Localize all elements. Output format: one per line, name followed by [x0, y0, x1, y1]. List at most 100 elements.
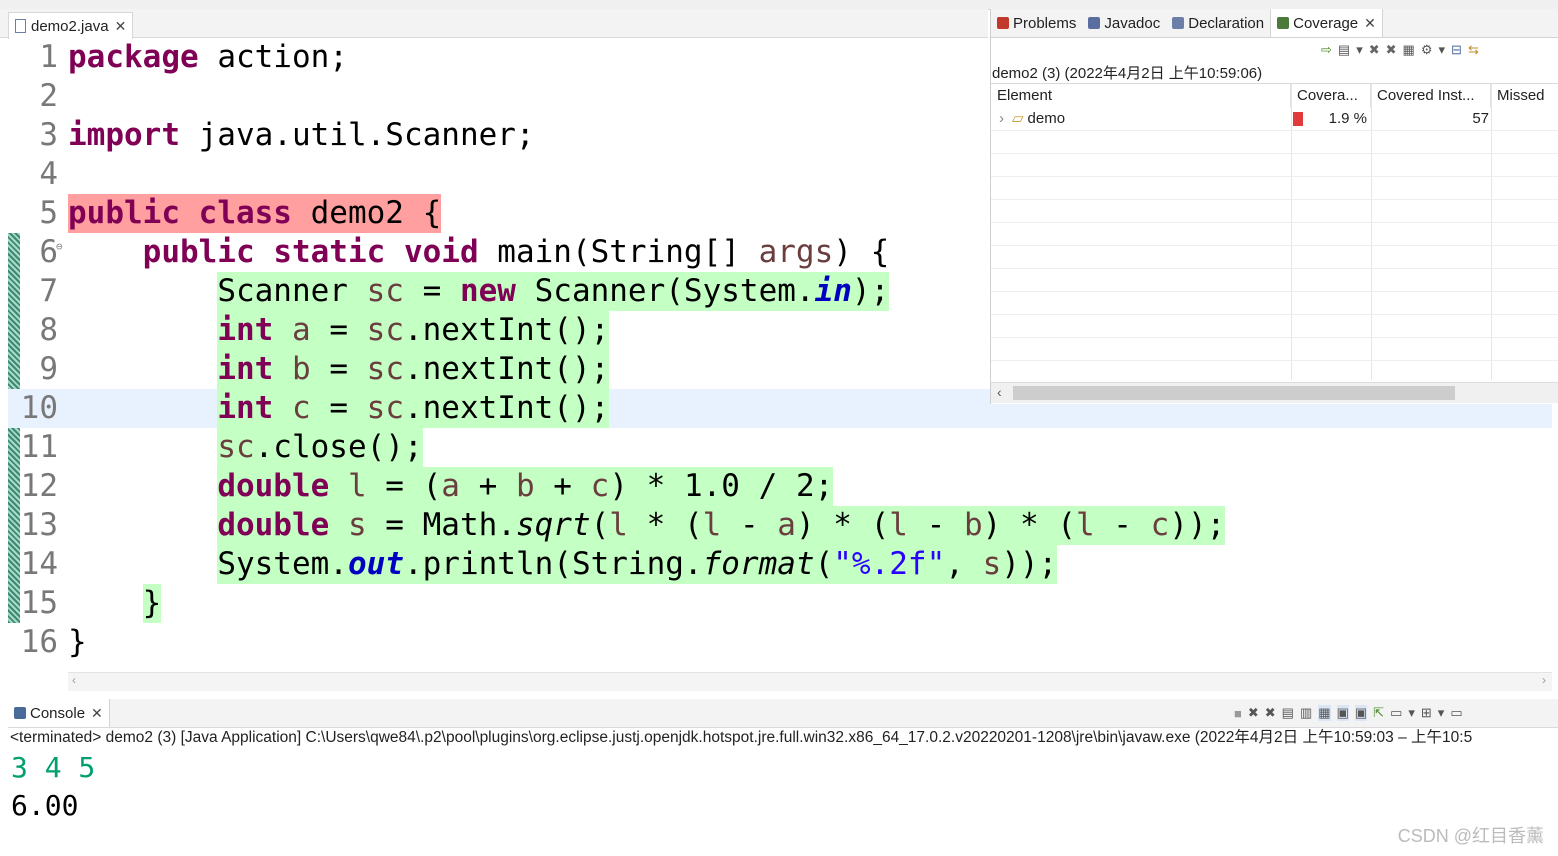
- remove-session-icon[interactable]: ✖: [1369, 42, 1380, 58]
- scroll-left-icon[interactable]: ‹: [72, 673, 76, 687]
- select-session-icon[interactable]: ⚙: [1421, 42, 1433, 58]
- tab-label: Javadoc: [1104, 14, 1161, 32]
- coverage-toolbar: ⇨ ▤ ▾ ✖ ✖ ▦ ⚙ ▾ ⊟ ⇆: [1321, 39, 1558, 61]
- line-number: 10: [20, 390, 58, 426]
- line-code: public static void main(String[] args) {: [142, 234, 890, 270]
- scrollbar-thumb[interactable]: [1013, 386, 1455, 400]
- view-menu-icon[interactable]: ▾: [1439, 42, 1446, 58]
- merge-icon[interactable]: ▦: [1403, 42, 1415, 58]
- line-number: 1: [39, 39, 58, 75]
- tab-declaration[interactable]: Declaration: [1166, 9, 1270, 37]
- view-menu-icon[interactable]: ▾: [1438, 705, 1445, 721]
- covered-instructions: 57: [1472, 110, 1489, 127]
- tab-label: demo2.java: [31, 17, 109, 35]
- link-icon[interactable]: ⇆: [1468, 42, 1479, 58]
- line-code: int c = sc.nextInt();: [217, 389, 610, 428]
- coverage-icon: [1277, 17, 1290, 29]
- show-stdout-icon[interactable]: ▣: [1336, 705, 1349, 721]
- editor-horizontal-scrollbar[interactable]: ‹ ›: [68, 672, 1552, 691]
- console-toolbar: ■ ✖ ✖ ▤ ▥ ▦ ▣ ▣ ⇱ ▭ ▾ ⊞ ▾ ▭: [1234, 702, 1463, 724]
- at-icon: [1088, 17, 1101, 29]
- tab-console[interactable]: Console ✕: [8, 699, 110, 727]
- open-console-icon[interactable]: ⊞: [1421, 705, 1432, 721]
- dropdown-icon[interactable]: ▾: [1356, 42, 1363, 58]
- code-line[interactable]: 13 double s = Math.sqrt(l * (l - a) * (l…: [8, 506, 1552, 545]
- line-number: 11: [20, 429, 58, 465]
- tab-coverage[interactable]: Coverage ✕: [1270, 9, 1383, 37]
- column-header[interactable]: Missed: [1491, 84, 1558, 108]
- clear-console-icon[interactable]: ▤: [1282, 705, 1294, 721]
- console-output-line: 6.00: [11, 789, 79, 822]
- line-number: 13: [20, 507, 58, 543]
- scroll-left-icon[interactable]: ‹: [997, 384, 1002, 400]
- relaunch-icon[interactable]: ⇨: [1321, 42, 1332, 58]
- project-folder-icon: ▱: [1012, 110, 1024, 127]
- editor-tab-bar: demo2.java ✕: [0, 9, 988, 39]
- problems-icon: [997, 17, 1009, 29]
- line-code: }: [68, 624, 87, 660]
- console-tab-label: Console: [30, 704, 86, 722]
- code-line[interactable]: 12 double l = (a + b + c) * 1.0 / 2;: [8, 467, 1552, 506]
- console-icon: [14, 707, 26, 719]
- code-line[interactable]: 11 sc.close();: [8, 428, 1552, 467]
- tab-label: Problems: [1013, 14, 1077, 32]
- column-header[interactable]: Covera...: [1291, 84, 1371, 108]
- remove-launch-icon[interactable]: ✖: [1248, 705, 1259, 721]
- line-number: 3: [39, 117, 58, 153]
- terminate-icon[interactable]: ■: [1234, 706, 1242, 721]
- line-number: 7: [39, 273, 58, 309]
- word-wrap-icon[interactable]: ▦: [1318, 705, 1331, 721]
- show-stderr-icon[interactable]: ▣: [1354, 705, 1368, 721]
- table-row: [991, 315, 1558, 338]
- close-icon[interactable]: ✕: [1364, 15, 1376, 32]
- code-line[interactable]: 16}: [8, 623, 1552, 662]
- line-number: 8: [39, 312, 58, 348]
- tab-label: Coverage: [1293, 14, 1359, 32]
- coverage-horizontal-scrollbar[interactable]: ‹: [991, 382, 1558, 403]
- fold-icon[interactable]: ⊖: [56, 227, 63, 266]
- minimize-icon[interactable]: ▭: [1450, 705, 1462, 721]
- tab-demo2-java[interactable]: demo2.java ✕: [8, 12, 134, 39]
- expand-icon[interactable]: ›: [999, 110, 1004, 127]
- dump-icon[interactable]: ▤: [1338, 42, 1350, 58]
- table-row: [991, 338, 1558, 361]
- scroll-lock-icon[interactable]: ▥: [1300, 705, 1312, 721]
- coverage-view: Problems Javadoc Declaration Coverage ✕ ⇨ ▤ …: [990, 9, 1558, 404]
- line-code: System.out.println(String.format("%.2f",…: [217, 545, 1058, 584]
- line-number: 14: [20, 546, 58, 582]
- dropdown-icon[interactable]: ▾: [1408, 705, 1415, 721]
- table-row: [991, 292, 1558, 315]
- line-number: 12: [20, 468, 58, 504]
- close-icon[interactable]: ✕: [115, 18, 127, 35]
- line-code: int b = sc.nextInt();: [217, 350, 610, 389]
- line-code: double l = (a + b + c) * 1.0 / 2;: [217, 467, 834, 506]
- line-number: 15: [20, 585, 58, 621]
- table-row: [991, 200, 1558, 223]
- table-row: [991, 154, 1558, 177]
- java-file-icon: [15, 19, 26, 33]
- pin-console-icon[interactable]: ⇱: [1373, 705, 1384, 721]
- column-header[interactable]: Covered Inst...: [1371, 84, 1491, 108]
- tab-label: Declaration: [1188, 14, 1265, 32]
- console-tab-bar: Console ✕ ■ ✖ ✖ ▤ ▥ ▦ ▣ ▣ ⇱ ▭ ▾ ⊞ ▾ ▭: [8, 699, 1558, 728]
- remove-all-launches-icon[interactable]: ✖: [1265, 705, 1276, 721]
- table-row[interactable]: › ▱ demo 1.9 % 57: [991, 108, 1558, 131]
- scroll-right-icon[interactable]: ›: [1542, 673, 1546, 687]
- session-label: demo2 (3) (2022年4月2日 上午10:59:06): [992, 65, 1263, 82]
- line-number: 16: [20, 624, 58, 660]
- table-row: [991, 246, 1558, 269]
- code-line[interactable]: 14 System.out.println(String.format("%.2…: [8, 545, 1552, 584]
- tab-problems[interactable]: Problems: [991, 9, 1082, 37]
- line-code: }: [142, 584, 162, 623]
- close-icon[interactable]: ✕: [91, 705, 103, 722]
- column-header[interactable]: Element: [991, 84, 1291, 108]
- line-number: 4: [39, 156, 58, 192]
- collapse-all-icon[interactable]: ⊟: [1451, 42, 1462, 58]
- line-number: 6: [39, 234, 58, 270]
- code-line[interactable]: 15 }: [8, 584, 1552, 623]
- tab-javadoc[interactable]: Javadoc: [1082, 9, 1166, 37]
- display-console-icon[interactable]: ▭: [1390, 705, 1402, 721]
- remove-all-icon[interactable]: ✖: [1386, 42, 1397, 58]
- table-row: [991, 177, 1558, 200]
- console-input-line: 3 4 5: [11, 751, 96, 784]
